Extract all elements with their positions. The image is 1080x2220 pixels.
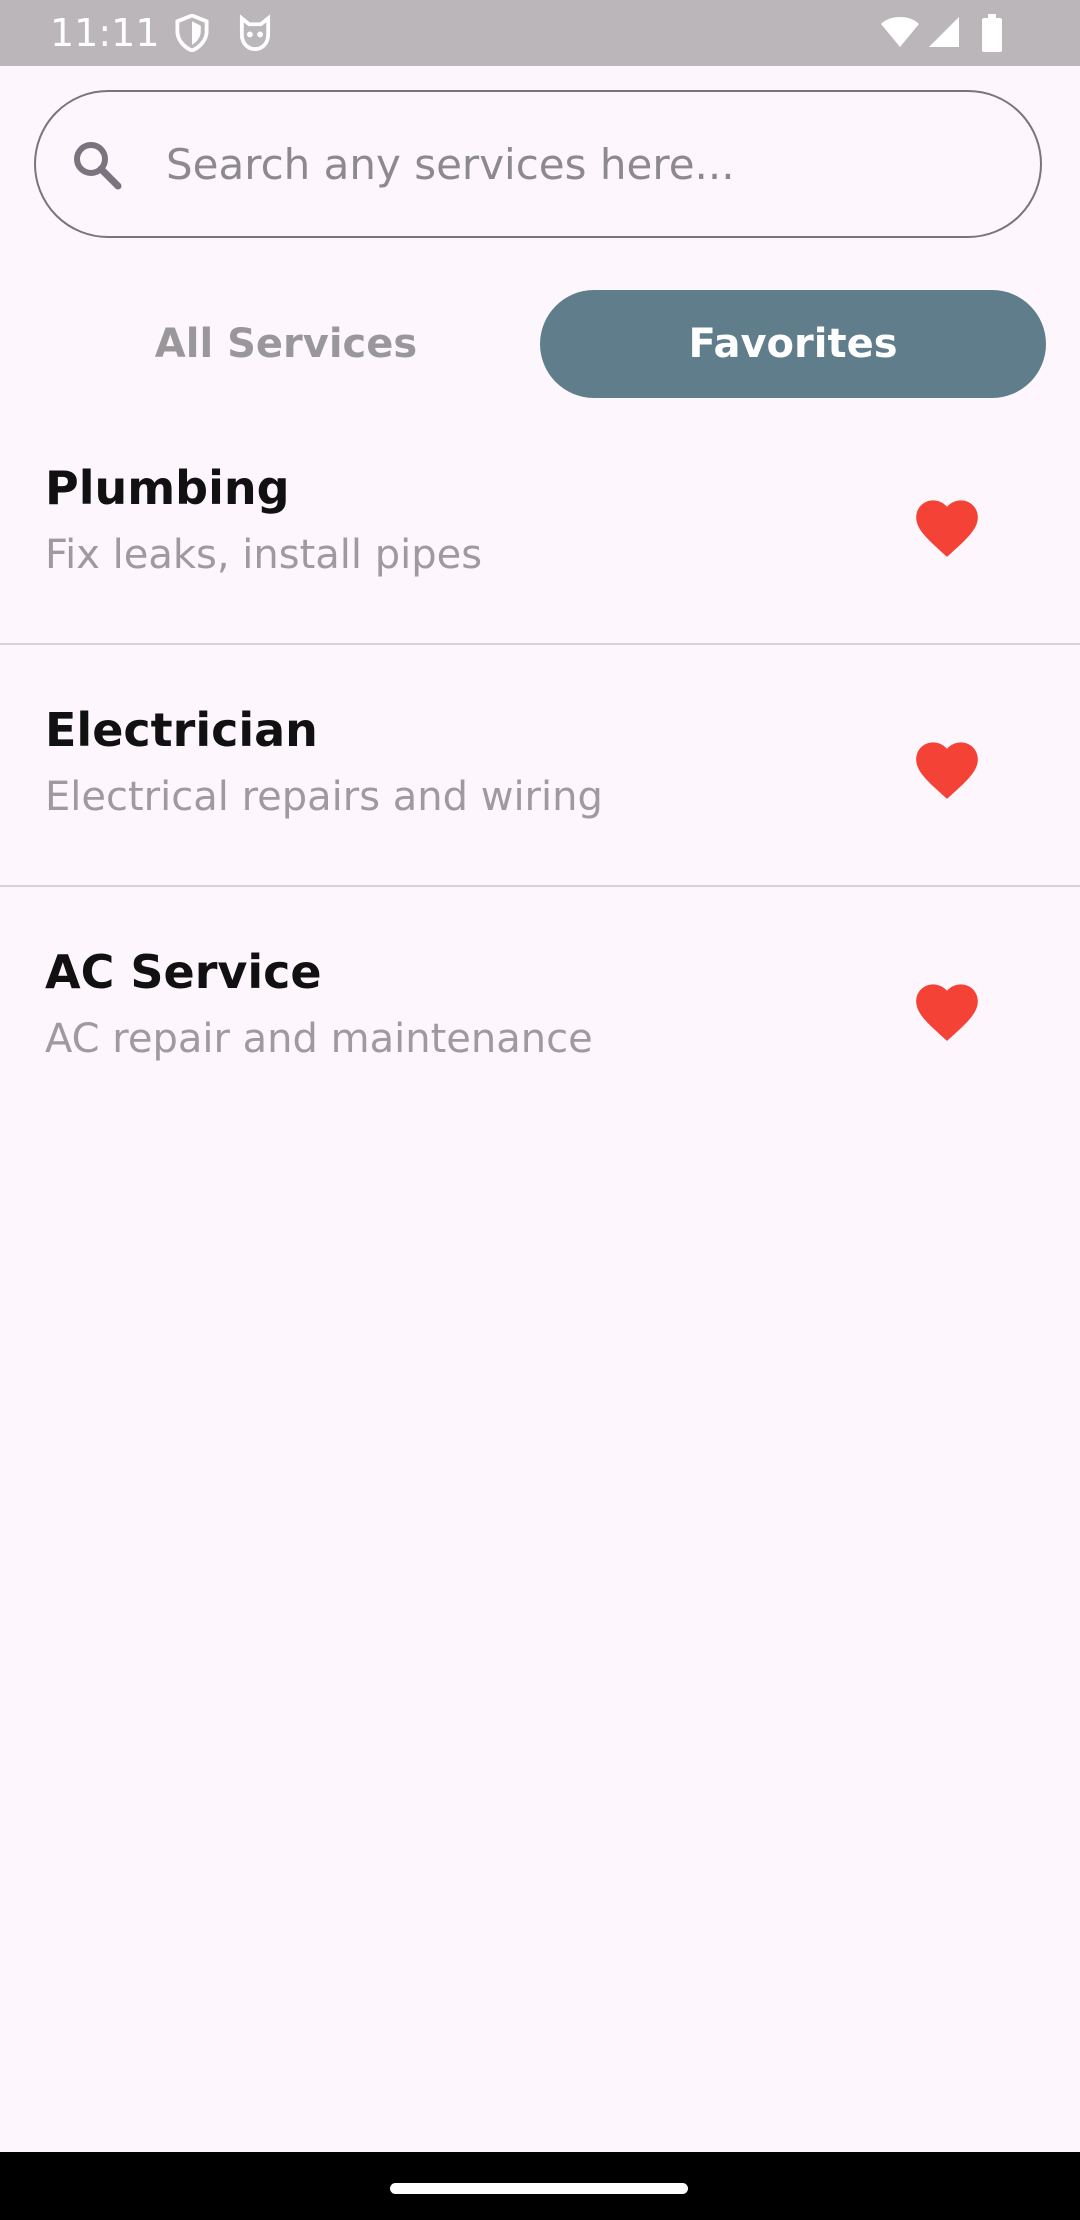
signal-icon [929,17,959,47]
service-subtitle: Electrical repairs and wiring [45,774,603,820]
service-title: Electrician [45,703,318,757]
service-title: AC Service [45,945,322,999]
tab-favorites[interactable]: Favorites [540,290,1046,398]
home-gesture-handle[interactable] [390,2183,688,2194]
service-title: Plumbing [45,461,290,515]
service-subtitle: Fix leaks, install pipes [45,532,483,578]
tab-all-services[interactable]: All Services [34,290,538,398]
list-item-plumbing[interactable]: Plumbing Fix leaks, install pipes [0,404,1080,646]
heart-icon[interactable] [910,974,984,1044]
status-bar: 11:11 [0,0,1080,66]
shield-icon [175,14,209,52]
list-item-ac-service[interactable]: AC Service AC repair and maintenance [0,888,1080,1130]
search-input[interactable] [166,128,1006,200]
app-screen: 11:11 All Services Favorites Plumbing [0,0,1080,2220]
heart-icon[interactable] [910,490,984,560]
cat-icon [239,14,271,51]
battery-icon [982,14,1002,52]
status-time: 11:11 [50,11,160,55]
divider [0,885,1080,887]
service-subtitle: AC repair and maintenance [45,1016,593,1062]
list-item-electrician[interactable]: Electrician Electrical repairs and wirin… [0,646,1080,888]
heart-icon[interactable] [910,732,984,802]
wifi-icon [881,17,919,47]
divider [0,643,1080,645]
search-icon[interactable] [70,138,124,192]
